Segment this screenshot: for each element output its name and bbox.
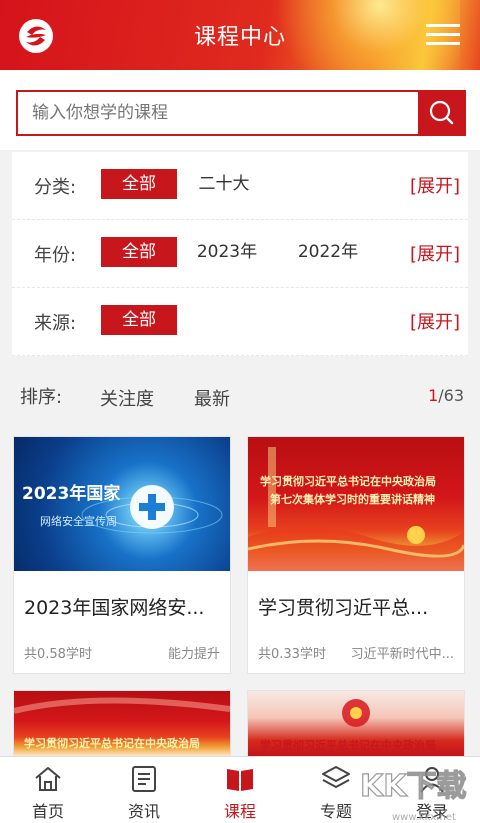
- sort-by-latest[interactable]: 最新: [194, 385, 230, 411]
- app-header: 课程中心: [0, 0, 480, 70]
- expand-link[interactable]: [展开]: [410, 172, 460, 198]
- party-study-thumbnail: 学习贯彻习近平总书记在中央政治局: [14, 697, 230, 750]
- course-title: 学习贯彻习近平总...: [258, 597, 429, 619]
- filter-row-year: 年份: 全部 2023年 2022年 [展开]: [12, 220, 468, 288]
- thumb-title-text: 学习贯彻习近平总书记在中央政治局: [260, 738, 436, 752]
- filter-option-2023[interactable]: 2023年: [192, 237, 262, 267]
- tab-courses[interactable]: 课程: [192, 757, 288, 823]
- search-button[interactable]: [418, 90, 466, 136]
- course-thumbnail: 学习贯彻习近平总书记在中央政治局 第七次集体学习时的重要讲话精神: [248, 437, 464, 571]
- expand-link[interactable]: [展开]: [410, 308, 460, 334]
- course-thumbnail: 2023年国家 网络安全宣传周: [14, 437, 230, 571]
- course-thumbnail: 学习贯彻习近平总书记在中央政治局: [14, 691, 230, 757]
- thumb-title-text: 2023年国家: [22, 483, 120, 504]
- course-hours: 共0.58学时: [24, 647, 92, 662]
- filter-panel: 分类: 全部 二十大 [展开] 年份: 全部 2023年 2022年 [展开] …: [12, 152, 468, 356]
- course-title: 2023年国家网络安...: [24, 597, 205, 619]
- party-study-thumbnail: 学习贯彻习近平总书记在中央政治局 第七次集体学习时的重要讲话精神: [248, 447, 464, 571]
- watermark-url: www.kkx.net: [392, 812, 456, 823]
- home-icon: [35, 767, 61, 791]
- search-bar: [0, 70, 480, 150]
- layers-icon: [322, 766, 350, 788]
- search-icon: [429, 100, 454, 125]
- filter-label: 分类:: [34, 177, 77, 198]
- sort-bar: 排序: 关注度 最新 1/63: [12, 366, 468, 424]
- filter-row-source: 来源: 全部 [展开]: [12, 288, 468, 356]
- site-watermark: KK下载 www.kkx.net: [359, 768, 467, 823]
- watermark-text: KK下载: [360, 769, 467, 804]
- party-emblem-icon: [407, 526, 425, 544]
- filter-option-20th-congress[interactable]: 二十大: [194, 169, 254, 199]
- filter-row-category: 分类: 全部 二十大 [展开]: [12, 152, 468, 220]
- course-tag: 习近平新时代中...: [350, 647, 454, 662]
- news-icon: [132, 766, 156, 792]
- page-current: 1: [428, 386, 439, 405]
- book-icon: [227, 769, 253, 791]
- filter-label: 来源:: [34, 313, 77, 334]
- page-total: /63: [438, 386, 464, 405]
- page-indicator: 1/63: [428, 386, 464, 405]
- search-input[interactable]: [16, 90, 420, 136]
- sort-by-popularity[interactable]: 关注度: [100, 385, 154, 411]
- thumb-title-text: 学习贯彻习近平总书记在中央政治局: [260, 474, 436, 488]
- filter-label: 年份:: [34, 245, 77, 266]
- course-card[interactable]: 学习贯彻习近平总书记在中央政治局 第七次集体学习时的重要讲话精神 学习贯彻习近平…: [247, 436, 465, 674]
- sort-label: 排序:: [20, 387, 63, 408]
- filter-option-2022[interactable]: 2022年: [293, 237, 363, 267]
- course-card[interactable]: 学习贯彻习近平总书记在中央政治局: [247, 690, 465, 757]
- tab-label: 课程: [223, 802, 256, 821]
- filter-option-all[interactable]: 全部: [101, 237, 177, 267]
- cyber-security-thumbnail: 2023年国家 网络安全宣传周: [22, 483, 223, 534]
- party-study-thumbnail: 学习贯彻习近平总书记在中央政治局: [260, 699, 436, 752]
- course-tag: 能力提升: [167, 647, 220, 662]
- course-thumbnail: 学习贯彻习近平总书记在中央政治局: [248, 691, 464, 757]
- tab-home[interactable]: 首页: [0, 757, 96, 823]
- tab-news[interactable]: 资讯: [96, 757, 192, 823]
- expand-link[interactable]: [展开]: [410, 240, 460, 266]
- course-card[interactable]: 学习贯彻习近平总书记在中央政治局: [13, 690, 231, 757]
- hamburger-menu-icon[interactable]: [426, 24, 460, 46]
- tab-label: 资讯: [127, 802, 160, 821]
- filter-option-all[interactable]: 全部: [101, 305, 177, 335]
- page-title: 课程中心: [193, 25, 286, 50]
- course-hours: 共0.33学时: [258, 647, 326, 662]
- filter-option-all[interactable]: 全部: [101, 169, 177, 199]
- tab-label: 首页: [31, 802, 64, 821]
- thumb-subtitle-text: 网络安全宣传周: [40, 514, 117, 528]
- thumb-subtitle-text: 第七次集体学习时的重要讲话精神: [270, 492, 435, 506]
- thumb-title-text: 学习贯彻习近平总书记在中央政治局: [24, 736, 200, 750]
- course-card[interactable]: 2023年国家 网络安全宣传周 2023年国家网络安... 共0.58学时 能力…: [13, 436, 231, 674]
